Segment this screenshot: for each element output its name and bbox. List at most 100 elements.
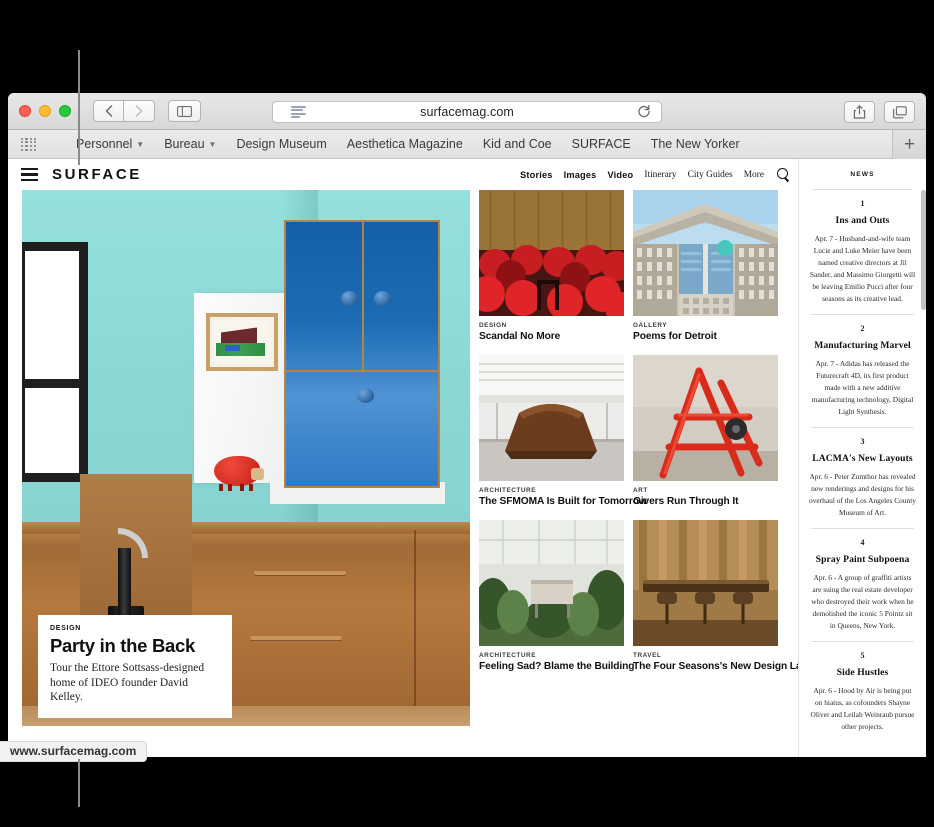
card-kicker: GALLERY	[633, 322, 668, 329]
search-icon[interactable]	[777, 168, 790, 181]
card-title: The SFMOMA Is Built for Tomorrow	[479, 496, 647, 508]
red-sculpture-photo	[633, 355, 778, 482]
umbrella	[118, 548, 131, 618]
share-icon	[853, 105, 866, 119]
article-card[interactable]: ARCHITECTURE The SFMOMA Is Built for Tom…	[479, 355, 647, 508]
favorite-kid-and-coe[interactable]: Kid and Coe	[483, 137, 552, 151]
show-favorites-grid-icon[interactable]	[21, 137, 37, 152]
card-title: Poems for Detroit	[633, 331, 717, 342]
news-item[interactable]: 4 Spray Paint Subpoena Apr. 6 - A group …	[799, 529, 926, 632]
page-scrollbar[interactable]	[921, 190, 926, 310]
forward-button[interactable]	[124, 100, 155, 122]
site-header: SURFACE Stories Images Video Itinerary C…	[8, 159, 798, 190]
favorite-bureau[interactable]: Bureau ▼	[164, 137, 216, 151]
red-pig-figurine	[214, 456, 264, 486]
nav-stories[interactable]: Stories	[520, 170, 553, 180]
cabinet-seam-horizontal	[286, 369, 438, 372]
hero-caption-card[interactable]: DESIGN Party in the Back Tour the Ettore…	[38, 614, 232, 718]
minimize-window-button[interactable]	[39, 105, 51, 117]
article-card-grid: DESIGN Scandal No More ARCHITECTURE The …	[479, 190, 808, 726]
news-item[interactable]: 1 Ins and Outs Apr. 7 - Husband-and-wife…	[799, 190, 926, 305]
card-title: Feeling Sad? Blame the Building	[479, 661, 635, 673]
card-title: The Four Seasons's New Design Lab	[633, 661, 808, 673]
news-headline: LACMA's New Layouts	[812, 452, 913, 464]
window-frame-element	[22, 242, 88, 482]
cabinet-seam-vertical	[362, 222, 364, 370]
article-card[interactable]: DESIGN Scandal No More	[479, 190, 624, 343]
forward-chevron-icon	[135, 105, 143, 117]
safari-browser-window: surfacemag.com Personnel ▼ Bureau ▼ Desi…	[8, 93, 926, 757]
chevron-down-icon: ▼	[136, 139, 145, 149]
favorite-the-new-yorker[interactable]: The New Yorker	[651, 137, 740, 151]
page-main-column: SURFACE Stories Images Video Itinerary C…	[8, 159, 808, 757]
framed-artwork	[206, 313, 278, 371]
hero-feature[interactable]: ← 1/3 → DESIGN Party in the Back Tour th…	[22, 190, 470, 726]
hero-description: Tour the Ettore Sottsass-designed home o…	[50, 661, 205, 704]
reload-icon[interactable]	[637, 104, 651, 121]
window-traffic-lights	[8, 105, 71, 117]
greenhouse-interior-photo	[479, 520, 624, 647]
nav-more[interactable]: More	[744, 170, 764, 180]
news-headline: Manufacturing Marvel	[814, 339, 911, 351]
address-bar[interactable]: surfacemag.com	[272, 101, 662, 123]
screenshot-stage: surfacemag.com Personnel ▼ Bureau ▼ Desi…	[0, 0, 934, 827]
card-kicker: DESIGN	[479, 322, 507, 329]
artwork-canvas	[213, 320, 271, 364]
new-tab-button[interactable]: +	[892, 130, 926, 159]
nav-video[interactable]: Video	[607, 170, 633, 180]
site-navigation: Stories Images Video Itinerary City Guid…	[520, 168, 790, 181]
article-card[interactable]: ART Givers Run Through It	[633, 355, 778, 508]
chevron-down-icon: ▼	[208, 139, 217, 149]
news-item[interactable]: 3 LACMA's New Layouts Apr. 6 - Peter Zum…	[799, 428, 926, 519]
favorites-bar: Personnel ▼ Bureau ▼ Design Museum Aesth…	[8, 130, 926, 159]
maximize-window-button[interactable]	[59, 105, 71, 117]
news-sidebar: NEWS 1 Ins and Outs Apr. 7 - Husband-and…	[798, 159, 926, 757]
content-columns: ← 1/3 → DESIGN Party in the Back Tour th…	[8, 190, 808, 726]
article-card[interactable]: GALLERY Poems for Detroit	[633, 190, 778, 343]
credenza-seam	[414, 530, 416, 722]
favorite-surface[interactable]: SURFACE	[572, 137, 631, 151]
drawer-handle	[254, 571, 346, 576]
show-all-tabs-button[interactable]	[884, 101, 915, 123]
nav-itinerary[interactable]: Itinerary	[644, 170, 676, 180]
nav-images[interactable]: Images	[564, 170, 597, 180]
cabinet-knob	[357, 388, 375, 404]
card-kicker: TRAVEL	[633, 652, 662, 660]
back-chevron-icon	[105, 105, 112, 117]
cabinet-knob	[340, 290, 358, 306]
favorite-aesthetica-magazine[interactable]: Aesthetica Magazine	[347, 137, 463, 151]
share-button[interactable]	[844, 101, 875, 123]
news-item[interactable]: 2 Manufacturing Marvel Apr. 7 - Adidas h…	[799, 315, 926, 418]
sidebar-icon	[177, 105, 192, 117]
site-logo[interactable]: SURFACE	[52, 166, 142, 183]
card-title: Scandal No More	[479, 331, 561, 342]
news-item[interactable]: 5 Side Hustles Apr. 6 - Hood by Air is b…	[799, 642, 926, 733]
navigation-buttons	[93, 100, 155, 122]
hero-title: Party in the Back	[50, 634, 196, 656]
back-button[interactable]	[93, 100, 124, 122]
news-body: Apr. 6 - Hood by Air is being put on hia…	[810, 685, 915, 731]
news-number: 1	[860, 199, 865, 208]
reader-view-icon[interactable]	[291, 106, 306, 118]
card-title: Givers Run Through It	[633, 496, 739, 508]
favorite-personnel[interactable]: Personnel ▼	[76, 137, 144, 151]
nav-city-guides[interactable]: City Guides	[688, 170, 733, 180]
close-window-button[interactable]	[19, 105, 31, 117]
favorites-items: Personnel ▼ Bureau ▼ Design Museum Aesth…	[76, 137, 740, 151]
article-card[interactable]: TRAVEL The Four Seasons's New Design Lab	[633, 520, 808, 673]
news-body: Apr. 6 - Peter Zumthor has revealed new …	[809, 471, 916, 517]
midcentury-house-photo	[633, 190, 778, 316]
show-sidebar-button[interactable]	[168, 100, 201, 122]
annotation-callout-line-bottom	[78, 759, 80, 807]
article-card[interactable]: ARCHITECTURE Feeling Sad? Blame the Buil…	[479, 520, 635, 673]
news-sidebar-title: NEWS	[850, 171, 875, 178]
hamburger-menu-icon[interactable]	[21, 167, 38, 182]
favorite-design-museum[interactable]: Design Museum	[236, 137, 326, 151]
card-kicker: ARCHITECTURE	[479, 652, 537, 660]
news-body: Apr. 7 - Husband-and-wife team Lucie and…	[809, 234, 916, 303]
news-body: Apr. 6 - A group of graffiti artists are…	[811, 572, 914, 630]
news-number: 5	[860, 650, 865, 660]
link-status-bar: www.surfacemag.com	[0, 741, 148, 762]
browser-titlebar: surfacemag.com	[8, 93, 926, 130]
news-headline: Spray Paint Subpoena	[815, 553, 910, 565]
